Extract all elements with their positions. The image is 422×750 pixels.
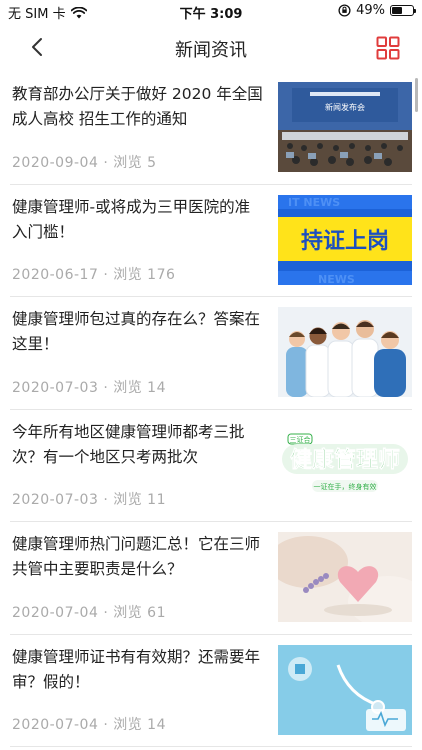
- news-title: 健康管理师-或将成为三甲医院的准入门槛！: [12, 197, 251, 241]
- health-manager-subcaption: 一证在手，终身有效: [314, 482, 377, 491]
- news-thumbnail-heart-stone: [278, 532, 412, 622]
- news-meta: 2020-09-04 · 浏览 5: [12, 154, 157, 171]
- svg-text:IT NEWS: IT NEWS: [288, 196, 340, 209]
- news-item[interactable]: 健康管理师热门问题汇总！它在三师共管中主要职责是什么？ 2020-07-04 ·…: [10, 522, 412, 635]
- news-title: 健康管理师证书有有效期？还需要年审？假的！: [12, 647, 261, 691]
- news-title: 健康管理师包过真的存在么？答案在这里！: [12, 310, 261, 353]
- medical-stethoscope-photo-icon: [278, 644, 412, 735]
- news-list: 教育部办公厅关于做好 2020 年全国成人高校 招生工作的通知 2020-09-…: [0, 72, 422, 747]
- status-right: 49%: [338, 3, 416, 18]
- navigation-bar: 新闻资讯: [0, 22, 422, 72]
- news-thumbnail-certificate: IT NEWS NEWS 持证上岗: [278, 194, 412, 285]
- news-date: 2020-07-03: [12, 379, 99, 396]
- news-thumbnail-health-manager: 三证合 健康管理师 一证在手，终身有效: [278, 419, 412, 510]
- news-thumbnail-medical: [278, 644, 412, 735]
- battery-level: [392, 7, 402, 14]
- news-meta: 2020-07-03 · 浏览 11: [12, 492, 166, 508]
- news-item[interactable]: 健康管理师证书有有效期？还需要年审？假的！ 2020-07-04 · 浏览 14: [10, 635, 412, 747]
- news-meta: 2020-07-04 · 浏览 61: [12, 604, 166, 621]
- page-title: 新闻资讯: [175, 40, 247, 61]
- news-views: 浏览 11: [113, 492, 166, 508]
- news-views: 浏览 176: [113, 267, 176, 283]
- news-views: 浏览 14: [113, 379, 166, 396]
- heart-stone-photo-icon: [278, 532, 412, 622]
- news-views: 浏览 61: [113, 604, 166, 621]
- orientation-lock-icon: [338, 4, 351, 17]
- battery-percent: 49%: [356, 3, 385, 18]
- news-thumbnail-doctors: [278, 307, 412, 397]
- health-manager-badge: 三证合: [290, 435, 311, 444]
- news-item[interactable]: 教育部办公厅关于做好 2020 年全国成人高校 招生工作的通知 2020-09-…: [10, 72, 412, 185]
- news-item[interactable]: 今年所有地区健康管理师都考三批次？有一个地区只考两批次 2020-07-03 ·…: [10, 410, 412, 522]
- conference-caption: 新闻发布会: [325, 102, 365, 112]
- certificate-caption: 持证上岗: [301, 229, 389, 254]
- news-title: 教育部办公厅关于做好 2020 年全国成人高校 招生工作的通知: [12, 85, 263, 128]
- battery-icon: [390, 5, 416, 16]
- news-views: 浏览 5: [113, 154, 157, 171]
- news-meta: 2020-07-03 · 浏览 14: [12, 379, 166, 396]
- doctors-photo-icon: [278, 307, 412, 397]
- news-meta: 2020-07-04 · 浏览 14: [12, 717, 166, 733]
- certificate-banner-icon: IT NEWS NEWS 持证上岗: [278, 194, 412, 285]
- conference-photo-icon: 新闻发布会: [278, 82, 412, 172]
- news-date: 2020-09-04: [12, 154, 99, 171]
- grid-menu-icon[interactable]: [376, 36, 400, 60]
- news-date: 2020-07-03: [12, 492, 99, 508]
- news-date: 2020-07-04: [12, 717, 99, 733]
- health-manager-logo-icon: 三证合 健康管理师 一证在手，终身有效: [278, 419, 412, 510]
- news-thumbnail-conference: 新闻发布会: [278, 82, 412, 172]
- news-views: 浏览 14: [113, 717, 166, 733]
- news-item[interactable]: 健康管理师-或将成为三甲医院的准入门槛！ 2020-06-17 · 浏览 176…: [10, 185, 412, 297]
- news-date: 2020-07-04: [12, 604, 99, 621]
- news-item[interactable]: 健康管理师包过真的存在么？答案在这里！ 2020-07-03 · 浏览 14: [10, 297, 412, 410]
- news-title: 今年所有地区健康管理师都考三批次？有一个地区只考两批次: [12, 422, 245, 466]
- news-date: 2020-06-17: [12, 267, 99, 283]
- health-manager-caption: 健康管理师: [290, 447, 400, 473]
- news-title: 健康管理师热门问题汇总！它在三师共管中主要职责是什么？: [12, 535, 261, 578]
- news-meta: 2020-06-17 · 浏览 176: [12, 267, 176, 283]
- svg-text:NEWS: NEWS: [318, 273, 355, 285]
- status-bar: 无 SIM 卡 下午 3:09 49%: [0, 0, 422, 22]
- scroll-indicator[interactable]: [415, 78, 418, 112]
